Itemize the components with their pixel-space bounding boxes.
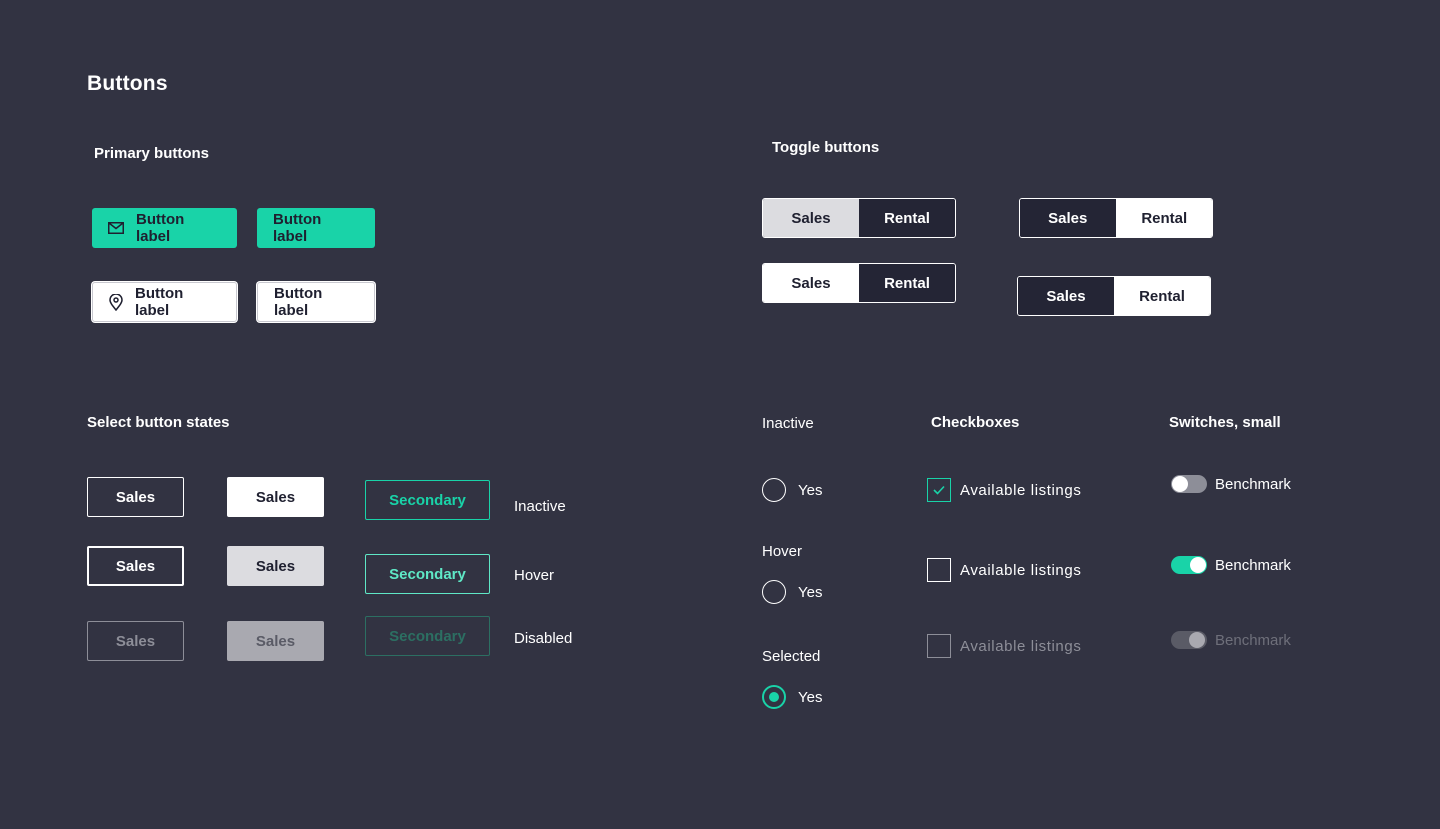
select-button-filled-disabled: Sales xyxy=(227,621,324,661)
switch-knob xyxy=(1172,476,1188,492)
switch-off[interactable]: Benchmark xyxy=(1171,475,1291,493)
check-icon xyxy=(933,482,945,499)
select-button-states-heading: Select button states xyxy=(87,414,230,431)
toggle-rental[interactable]: Rental xyxy=(1116,199,1212,237)
radio-button[interactable] xyxy=(762,478,786,502)
outline-button-with-location-icon[interactable]: Button label xyxy=(92,282,237,322)
toggle-group: Sales Rental xyxy=(762,263,956,303)
checkbox-label: Available listings xyxy=(960,637,1082,655)
select-button-outline-disabled: Sales xyxy=(87,621,184,661)
toggle-group: Sales Rental xyxy=(1019,198,1213,238)
select-button-outline-inactive[interactable]: Sales xyxy=(87,477,184,517)
checkbox-box[interactable] xyxy=(927,478,951,502)
toggle-rental[interactable]: Rental xyxy=(859,264,955,302)
toggle-rental[interactable]: Rental xyxy=(859,199,955,237)
toggle-buttons-heading: Toggle buttons xyxy=(772,139,880,156)
radio-dot xyxy=(769,692,779,702)
toggle-rental[interactable]: Rental xyxy=(1114,277,1210,315)
state-label-inactive: Inactive xyxy=(514,498,566,515)
switch-label: Benchmark xyxy=(1215,556,1291,574)
select-button-filled-hover[interactable]: Sales xyxy=(227,546,324,586)
location-pin-icon xyxy=(109,293,123,311)
secondary-button-hover[interactable]: Secondary xyxy=(365,554,490,594)
state-label-hover: Hover xyxy=(514,567,555,584)
toggle-group: Sales Rental xyxy=(1017,276,1211,316)
switch-toggle[interactable] xyxy=(1171,475,1207,493)
checkbox-box[interactable] xyxy=(927,558,951,582)
toggle-sales[interactable]: Sales xyxy=(763,199,859,237)
button-label: Button label xyxy=(136,211,185,245)
primary-buttons-heading: Primary buttons xyxy=(94,145,210,162)
switches-heading: Switches, small xyxy=(1169,414,1281,431)
select-button-outline-hover[interactable]: Sales xyxy=(87,546,184,586)
switch-toggle xyxy=(1171,631,1207,649)
checkbox-unchecked[interactable]: Available listings xyxy=(927,558,1081,582)
toggle-sales[interactable]: Sales xyxy=(1020,199,1117,237)
radio-button-selected[interactable] xyxy=(762,685,786,709)
checkboxes-heading: Checkboxes xyxy=(931,414,1020,431)
select-button-filled-inactive[interactable]: Sales xyxy=(227,477,324,517)
radio-label: Yes xyxy=(798,481,823,499)
toggle-group: Sales Rental xyxy=(762,198,956,238)
secondary-button-disabled: Secondary xyxy=(365,616,490,656)
button-label: Button label xyxy=(274,285,323,319)
switch-knob xyxy=(1189,632,1205,648)
page-title: Buttons xyxy=(87,72,168,95)
secondary-button-inactive[interactable]: Secondary xyxy=(365,480,490,520)
switch-label: Benchmark xyxy=(1215,475,1291,493)
radio-option-hover[interactable]: Yes xyxy=(762,580,822,604)
switch-disabled: Benchmark xyxy=(1171,631,1291,649)
state-label-disabled: Disabled xyxy=(514,630,573,647)
checkbox-box xyxy=(927,634,951,658)
checkbox-label: Available listings xyxy=(960,481,1082,499)
outline-button[interactable]: Button label xyxy=(257,282,375,322)
radio-option-selected[interactable]: Yes xyxy=(762,685,822,709)
switch-knob xyxy=(1190,557,1206,573)
toggle-sales[interactable]: Sales xyxy=(1018,277,1114,315)
checkbox-checked[interactable]: Available listings xyxy=(927,478,1081,502)
checkbox-label: Available listings xyxy=(960,561,1082,579)
switch-toggle[interactable] xyxy=(1171,556,1207,574)
switch-on[interactable]: Benchmark xyxy=(1171,556,1291,574)
toggle-sales[interactable]: Sales xyxy=(763,264,859,302)
mail-icon xyxy=(108,222,124,234)
radio-state-selected: Selected xyxy=(762,648,821,665)
button-label: Button label xyxy=(273,211,322,245)
radio-label: Yes xyxy=(798,583,823,601)
primary-button-with-mail-icon[interactable]: Button label xyxy=(92,208,237,248)
button-label: Button label xyxy=(135,285,184,319)
primary-button[interactable]: Button label xyxy=(257,208,375,248)
radio-state-inactive: Inactive xyxy=(762,415,814,432)
radio-button[interactable] xyxy=(762,580,786,604)
switch-label: Benchmark xyxy=(1215,631,1291,649)
checkbox-disabled: Available listings xyxy=(927,634,1081,658)
radio-option-inactive[interactable]: Yes xyxy=(762,478,822,502)
radio-state-hover: Hover xyxy=(762,543,803,560)
radio-label: Yes xyxy=(798,688,823,706)
